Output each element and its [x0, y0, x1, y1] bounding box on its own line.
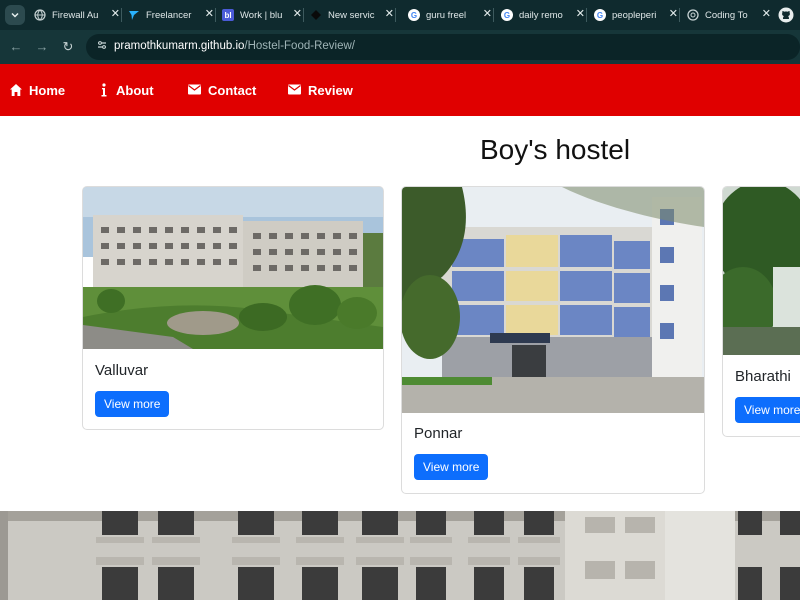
hostel-photo — [723, 187, 800, 355]
browser-tab[interactable]: G guru freel ✕ — [402, 4, 494, 26]
hostel-photo — [83, 187, 383, 349]
hostel-card: Valluvar View more — [82, 186, 384, 430]
browser-tab[interactable]: Coding To ✕ — [681, 4, 773, 26]
close-tab-icon[interactable]: ✕ — [762, 7, 771, 20]
hostel-name: Valluvar — [95, 362, 149, 379]
browser-tab[interactable]: New servic ✕ — [304, 4, 396, 26]
home-icon — [9, 83, 23, 97]
hostel-card: Ponnar View more — [401, 186, 705, 494]
nav-contact-link[interactable]: Contact — [188, 64, 256, 116]
github-icon[interactable] — [778, 7, 794, 23]
address-bar[interactable]: pramothkumarm.github.io/Hostel-Food-Revi… — [86, 34, 800, 60]
nav-review-label: Review — [308, 82, 353, 98]
close-tab-icon[interactable]: ✕ — [669, 7, 678, 20]
tab-title: peopleperi — [612, 9, 657, 21]
browser-tab-strip: Firewall Au ✕ Freelancer ✕ bl Work | blu… — [0, 0, 800, 30]
google-icon: G — [594, 9, 606, 21]
forward-arrow-icon[interactable]: → — [34, 39, 50, 55]
chatgpt-icon — [687, 9, 699, 21]
google-icon: G — [408, 9, 420, 21]
chevron-down-icon — [11, 12, 19, 18]
page-title: Boy's hostel — [479, 134, 631, 165]
tab-title: guru freel — [426, 9, 467, 21]
back-arrow-icon[interactable]: ← — [8, 39, 24, 55]
nav-contact-label: Contact — [208, 82, 257, 98]
nav-about-link[interactable]: About — [100, 64, 154, 116]
browser-tab[interactable]: G daily remo ✕ — [495, 4, 587, 26]
url-host: pramothkumarm.github.io — [114, 40, 245, 52]
site-info-icon[interactable] — [94, 39, 110, 55]
url-text: pramothkumarm.github.io/Hostel-Food-Revi… — [114, 40, 355, 52]
close-tab-icon[interactable]: ✕ — [111, 7, 120, 20]
close-tab-icon[interactable]: ✕ — [385, 7, 394, 20]
close-tab-icon[interactable]: ✕ — [293, 7, 302, 20]
view-more-button[interactable]: View more — [735, 397, 800, 423]
close-tab-icon[interactable]: ✕ — [576, 7, 585, 20]
hostel-photo — [402, 187, 704, 413]
tab-search-button[interactable] — [5, 5, 25, 25]
tab-title: Coding To — [705, 9, 748, 21]
bl-icon: bl — [222, 9, 234, 21]
freelancer-icon — [128, 9, 140, 21]
tab-title: Freelancer — [146, 9, 192, 21]
tab-title: Firewall Au — [52, 9, 99, 21]
reload-icon[interactable]: ↻ — [60, 39, 76, 55]
browser-tab[interactable]: bl Work | blu ✕ — [216, 4, 304, 26]
url-path: /Hostel-Food-Review/ — [244, 40, 355, 52]
browser-tab[interactable]: Freelancer ✕ — [122, 4, 216, 26]
tab-title: New servic — [328, 9, 375, 21]
hostel-name: Ponnar — [414, 425, 463, 442]
nav-home-label: Home — [29, 82, 66, 98]
hostel-card: Bharathi View more — [722, 186, 800, 437]
envelope-icon — [288, 83, 302, 97]
tab-title: Work | blu — [240, 9, 283, 21]
view-more-button[interactable]: View more — [95, 391, 170, 417]
close-tab-icon[interactable]: ✕ — [483, 7, 492, 20]
nav-about-label: About — [116, 82, 154, 98]
tab-title: daily remo — [519, 9, 563, 21]
background-photo — [0, 511, 800, 600]
site-navbar: Home About Contact Review — [0, 64, 800, 116]
close-tab-icon[interactable]: ✕ — [205, 7, 214, 20]
hostel-name: Bharathi — [735, 368, 791, 385]
nav-review-link[interactable]: Review — [288, 64, 353, 116]
nav-home-link[interactable]: Home — [9, 64, 65, 116]
diamond-icon — [310, 9, 322, 21]
view-more-button[interactable]: View more — [414, 454, 489, 480]
browser-toolbar: ← → ↻ pramothkumarm.github.io/Hostel-Foo… — [0, 30, 800, 64]
globe-icon — [34, 9, 46, 21]
envelope-icon — [188, 83, 202, 97]
browser-tab[interactable]: G peopleperi ✕ — [588, 4, 680, 26]
info-icon — [100, 83, 110, 97]
browser-tab[interactable]: Firewall Au ✕ — [28, 4, 122, 26]
google-icon: G — [501, 9, 513, 21]
